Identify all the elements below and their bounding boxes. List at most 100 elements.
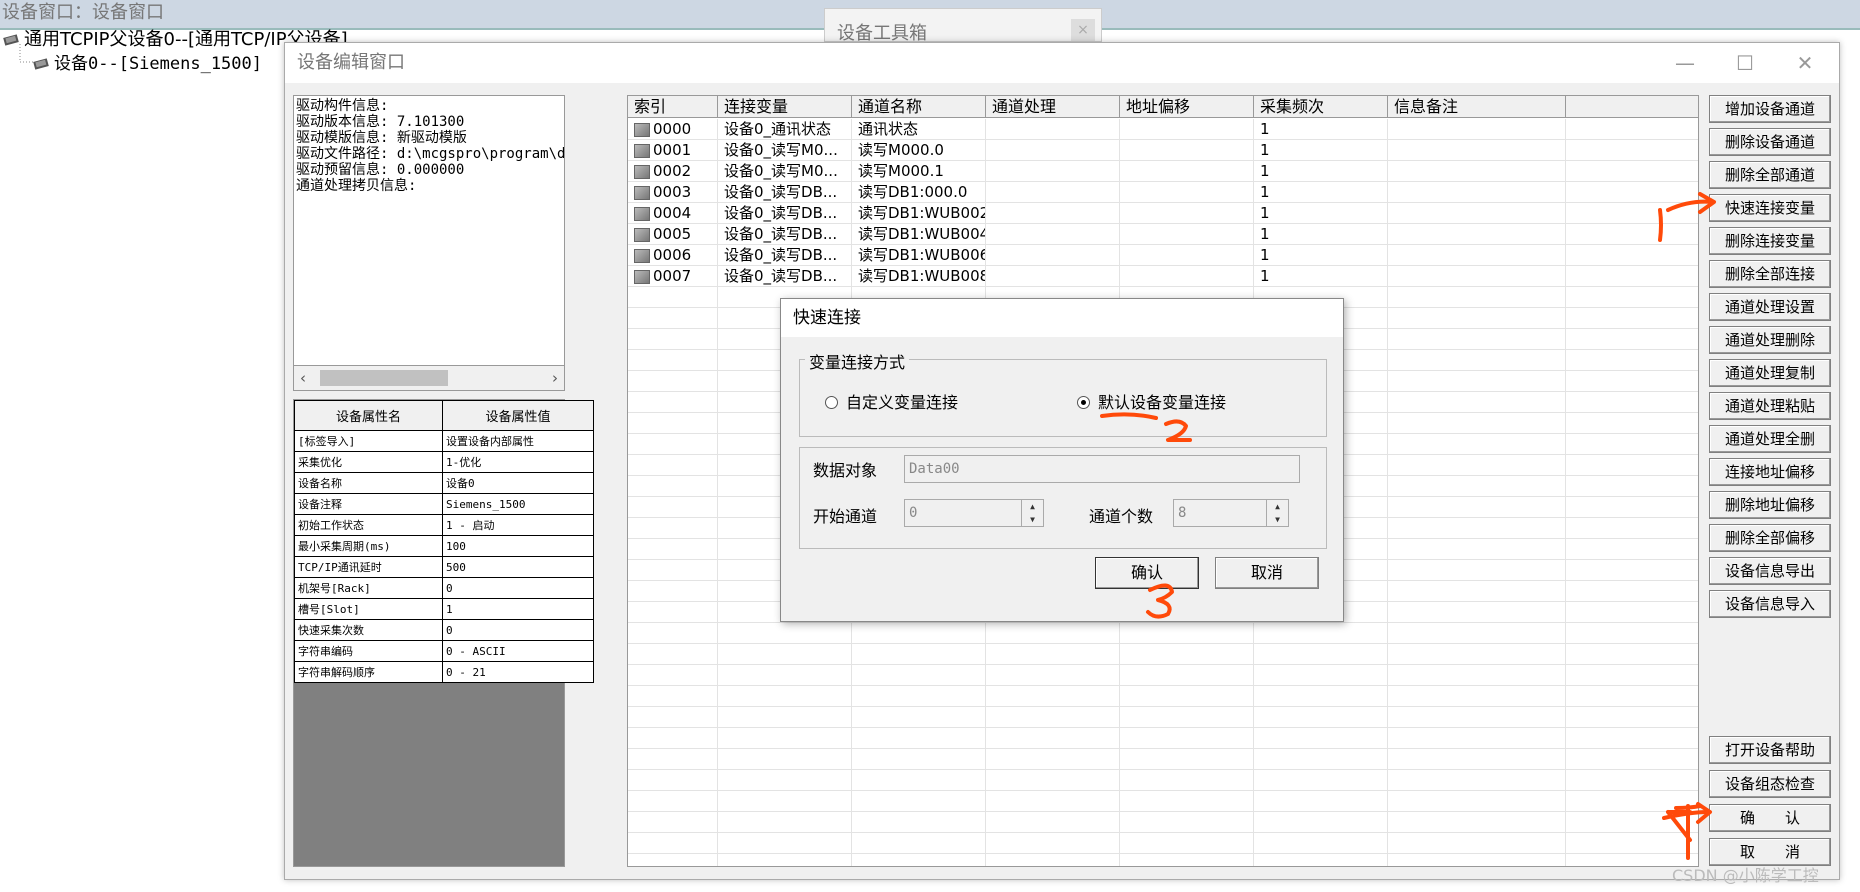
config-check-button[interactable]: 设备组态检查: [1709, 770, 1831, 798]
maximize-button[interactable]: ☐: [1715, 43, 1775, 83]
grid-empty-row[interactable]: [628, 770, 1698, 791]
prop-row[interactable]: 字符串编码 0 - ASCII: [294, 640, 594, 662]
grid-column-header[interactable]: 采集频次: [1254, 96, 1388, 118]
tree-child-node[interactable]: 设备0--[Siemens_1500]: [32, 52, 262, 76]
spin-down-icon[interactable]: ▼: [1022, 513, 1043, 526]
side-button[interactable]: 通道处理删除: [1709, 326, 1831, 354]
toolbox-close-button[interactable]: ×: [1071, 19, 1095, 41]
grid-empty-row[interactable]: [628, 644, 1698, 665]
prop-row[interactable]: 采集优化 1-优化: [294, 451, 594, 473]
prop-value-cell[interactable]: 0 - ASCII: [442, 640, 594, 662]
prop-value-cell[interactable]: 设备0: [442, 472, 594, 494]
data-object-input[interactable]: Data00: [904, 455, 1300, 483]
side-button[interactable]: 设备信息导入: [1709, 590, 1831, 618]
grid-empty-row[interactable]: [628, 728, 1698, 749]
side-button[interactable]: 删除全部偏移: [1709, 524, 1831, 552]
grid-column-header[interactable]: 地址偏移: [1120, 96, 1254, 118]
toolbox-title: 设备工具箱: [837, 23, 927, 44]
side-button[interactable]: 通道处理全删: [1709, 425, 1831, 453]
prop-row[interactable]: [标签导入] 设置设备内部属性: [294, 430, 594, 452]
close-button[interactable]: ✕: [1775, 43, 1835, 83]
prop-row[interactable]: 初始工作状态 1 - 启动: [294, 514, 594, 536]
prop-value-cell[interactable]: 100: [442, 535, 594, 557]
grid-empty-row[interactable]: [628, 833, 1698, 854]
side-button[interactable]: 删除地址偏移: [1709, 491, 1831, 519]
confirm-button[interactable]: 确 认: [1709, 804, 1831, 832]
prop-row[interactable]: 字符串解码顺序 0 - 21: [294, 661, 594, 683]
channel-icon: [634, 248, 650, 263]
prop-value-cell[interactable]: 0 - 21: [442, 661, 594, 683]
grid-empty-row[interactable]: [628, 623, 1698, 644]
side-button[interactable]: 通道处理粘贴: [1709, 392, 1831, 420]
radio-custom-connect[interactable]: 自定义变量连接: [825, 389, 958, 413]
side-button[interactable]: 删除连接变量: [1709, 227, 1831, 255]
grid-empty-row[interactable]: [628, 707, 1698, 728]
grid-row[interactable]: 0005 设备0_读写DB... 读写DB1:WUB004 1: [628, 224, 1698, 245]
prop-value-cell[interactable]: 0: [442, 577, 594, 599]
grid-row[interactable]: 0002 设备0_读写M0... 读写M000.1 1: [628, 161, 1698, 182]
grid-empty-row[interactable]: [628, 791, 1698, 812]
grid-column-header[interactable]: 索引: [628, 96, 718, 118]
prop-row[interactable]: 设备注释 Siemens_1500: [294, 493, 594, 515]
spin-buttons[interactable]: ▲ ▼: [1021, 500, 1043, 526]
side-button[interactable]: 快速连接变量: [1709, 194, 1831, 222]
radio-default-label: 默认设备变量连接: [1098, 393, 1227, 412]
prop-value-cell[interactable]: 设置设备内部属性: [442, 430, 594, 452]
grid-column-header[interactable]: 信息备注: [1388, 96, 1566, 118]
prop-value-cell[interactable]: 1: [442, 598, 594, 620]
side-button[interactable]: 通道处理复制: [1709, 359, 1831, 387]
grid-cell: [1388, 287, 1566, 308]
grid-row[interactable]: 0001 设备0_读写M0... 读写M000.0 1: [628, 140, 1698, 161]
scroll-left-icon[interactable]: ‹: [300, 369, 306, 387]
side-button[interactable]: 删除全部连接: [1709, 260, 1831, 288]
grid-column-header[interactable]: 通道处理: [986, 96, 1120, 118]
dialog-cancel-button[interactable]: 取消: [1215, 557, 1319, 589]
open-help-button[interactable]: 打开设备帮助: [1709, 736, 1831, 764]
spin-down-icon[interactable]: ▼: [1267, 513, 1288, 526]
radio-default-connect[interactable]: 默认设备变量连接: [1077, 389, 1226, 413]
info-horizontal-scrollbar[interactable]: ‹ ›: [293, 365, 565, 391]
spin-up-icon[interactable]: ▲: [1022, 500, 1043, 513]
prop-row[interactable]: TCP/IP通讯延时 500: [294, 556, 594, 578]
side-button[interactable]: 通道处理设置: [1709, 293, 1831, 321]
grid-empty-row[interactable]: [628, 665, 1698, 686]
scroll-thumb[interactable]: [320, 370, 448, 386]
prop-row[interactable]: 槽号[Slot] 1: [294, 598, 594, 620]
grid-row[interactable]: 0004 设备0_读写DB... 读写DB1:WUB002 1: [628, 203, 1698, 224]
channel-count-spinbox[interactable]: 8 ▲ ▼: [1173, 499, 1289, 527]
grid-row[interactable]: 0007 设备0_读写DB... 读写DB1:WUB008 1: [628, 266, 1698, 287]
prop-value-cell[interactable]: 1 - 启动: [442, 514, 594, 536]
scroll-right-icon[interactable]: ›: [552, 369, 558, 387]
side-button[interactable]: 删除全部通道: [1709, 161, 1831, 189]
grid-cell: [986, 833, 1120, 854]
spin-up-icon[interactable]: ▲: [1267, 500, 1288, 513]
side-button[interactable]: 设备信息导出: [1709, 557, 1831, 585]
grid-cell: [986, 644, 1120, 665]
grid-empty-row[interactable]: [628, 812, 1698, 833]
grid-empty-row[interactable]: [628, 749, 1698, 770]
prop-row[interactable]: 设备名称 设备0: [294, 472, 594, 494]
grid-column-header[interactable]: 连接变量: [718, 96, 852, 118]
prop-row[interactable]: 最小采集周期(ms) 100: [294, 535, 594, 557]
grid-column-header[interactable]: 通道名称: [852, 96, 986, 118]
grid-empty-row[interactable]: [628, 686, 1698, 707]
side-button[interactable]: 增加设备通道: [1709, 95, 1831, 123]
spin-buttons[interactable]: ▲ ▼: [1266, 500, 1288, 526]
device-toolbox[interactable]: 设备工具箱 ×: [824, 8, 1102, 44]
dialog-ok-button[interactable]: 确认: [1095, 557, 1199, 589]
grid-empty-row[interactable]: [628, 854, 1698, 866]
grid-row[interactable]: 0003 设备0_读写DB... 读写DB1:000.0 1: [628, 182, 1698, 203]
prop-value-cell[interactable]: 0: [442, 619, 594, 641]
prop-value-cell[interactable]: 500: [442, 556, 594, 578]
side-button[interactable]: 删除设备通道: [1709, 128, 1831, 156]
grid-cell: [628, 287, 718, 308]
prop-value-cell[interactable]: Siemens_1500: [442, 493, 594, 515]
minimize-button[interactable]: —: [1655, 43, 1715, 83]
start-channel-spinbox[interactable]: 0 ▲ ▼: [904, 499, 1044, 527]
prop-row[interactable]: 快速采集次数 0: [294, 619, 594, 641]
side-button[interactable]: 连接地址偏移: [1709, 458, 1831, 486]
prop-value-cell[interactable]: 1-优化: [442, 451, 594, 473]
prop-row[interactable]: 机架号[Rack] 0: [294, 577, 594, 599]
grid-row[interactable]: 0000 设备0_通讯状态 通讯状态 1: [628, 119, 1698, 140]
grid-row[interactable]: 0006 设备0_读写DB... 读写DB1:WUB006 1: [628, 245, 1698, 266]
